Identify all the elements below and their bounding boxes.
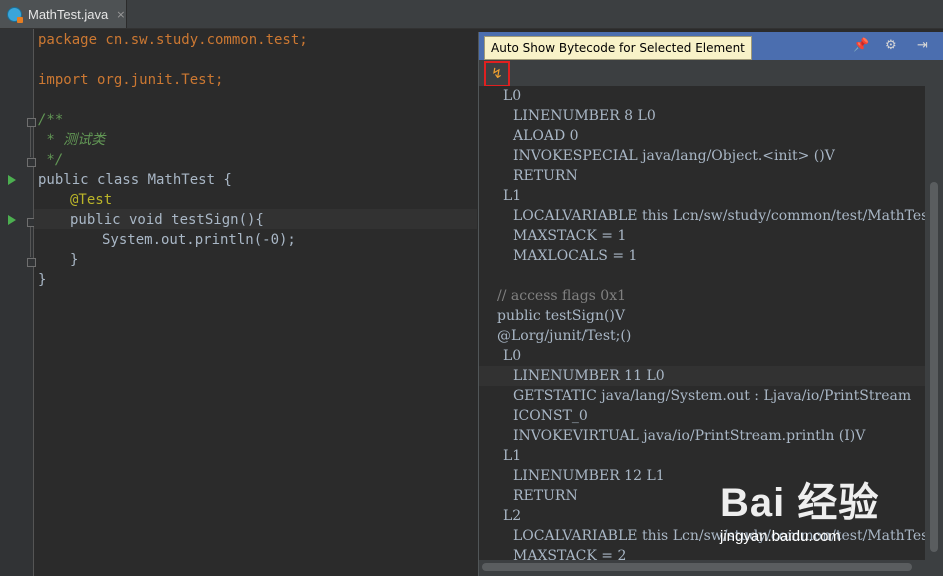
code-line: * 测试类 [38, 132, 106, 148]
tool-window-header: Auto Show Bytecode for Selected Element … [479, 32, 943, 60]
bytecode-line: MAXSTACK = 2 [513, 548, 627, 560]
bytecode-line: INVOKEVIRTUAL java/io/PrintStream.printl… [513, 428, 866, 444]
code-line: } [70, 252, 79, 268]
bytecode-line: RETURN [513, 488, 578, 504]
fold-guide [30, 127, 31, 157]
fold-guide [30, 227, 31, 257]
auto-show-icon: ↯ [491, 66, 503, 82]
code-line: System.out.println(-0); [102, 232, 296, 248]
watermark-url: jingyan.baidu.com [720, 528, 841, 545]
bytecode-toolbar: ↯ [479, 60, 943, 87]
tooltip: Auto Show Bytecode for Selected Element [484, 36, 752, 60]
bytecode-line: LINENUMBER 8 L0 [513, 108, 656, 124]
bytecode-line: public testSign()V [497, 308, 625, 324]
bytecode-line: ALOAD 0 [513, 128, 579, 144]
hide-icon[interactable]: ⇥ [917, 38, 928, 53]
close-icon[interactable]: × [116, 8, 125, 21]
bytecode-line: LINENUMBER 12 L1 [513, 468, 665, 484]
baidu-watermark: Bai 经验 jingyan.baidu.com [720, 470, 940, 570]
code-line: /** [38, 112, 64, 128]
code-line: @Test [70, 192, 113, 208]
code-line: */ [38, 152, 64, 168]
tab-mathtest[interactable]: MathTest.java × [0, 0, 127, 28]
editor-gutter [0, 29, 36, 576]
bytecode-line: RETURN [513, 168, 578, 184]
auto-show-bytecode-button[interactable]: ↯ [484, 61, 510, 87]
bytecode-line: L0 [503, 348, 522, 364]
bytecode-line: MAXLOCALS = 1 [513, 248, 638, 264]
run-method-icon[interactable] [8, 215, 16, 225]
pin-icon[interactable]: 📌 [853, 38, 869, 53]
bytecode-comment: // access flags 0x1 [497, 288, 627, 304]
watermark-logo: Bai 经验 [720, 481, 880, 525]
run-class-icon[interactable] [8, 175, 16, 185]
bytecode-line: INVOKESPECIAL java/lang/Object.<init> ()… [513, 148, 835, 164]
bytecode-line: L1 [503, 188, 522, 204]
code-line: public void testSign(){ [70, 212, 264, 228]
editor-tab-bar: MathTest.java × [0, 0, 943, 29]
java-class-icon [7, 6, 23, 23]
code-editor[interactable]: package cn.sw.study.common.test; import … [34, 29, 477, 576]
bytecode-line: GETSTATIC java/lang/System.out : Ljava/i… [513, 388, 912, 404]
tab-label: MathTest.java [28, 6, 109, 22]
bytecode-line: LINENUMBER 11 L0 [513, 368, 665, 384]
code-line: import org.junit.Test; [38, 72, 224, 88]
bytecode-line: ICONST_0 [513, 408, 588, 424]
code-line: public class MathTest { [38, 172, 232, 188]
bytecode-line: L2 [503, 508, 522, 524]
bytecode-line: L0 [503, 88, 522, 104]
bytecode-line: LOCALVARIABLE this Lcn/sw/study/common/t… [513, 208, 925, 224]
code-line: package cn.sw.study.common.test; [38, 32, 308, 48]
gear-icon[interactable]: ⚙ [885, 38, 897, 53]
bytecode-line: @Lorg/junit/Test;() [497, 328, 632, 344]
bytecode-line: MAXSTACK = 1 [513, 228, 627, 244]
bytecode-line: L1 [503, 448, 522, 464]
code-line: } [38, 272, 47, 288]
